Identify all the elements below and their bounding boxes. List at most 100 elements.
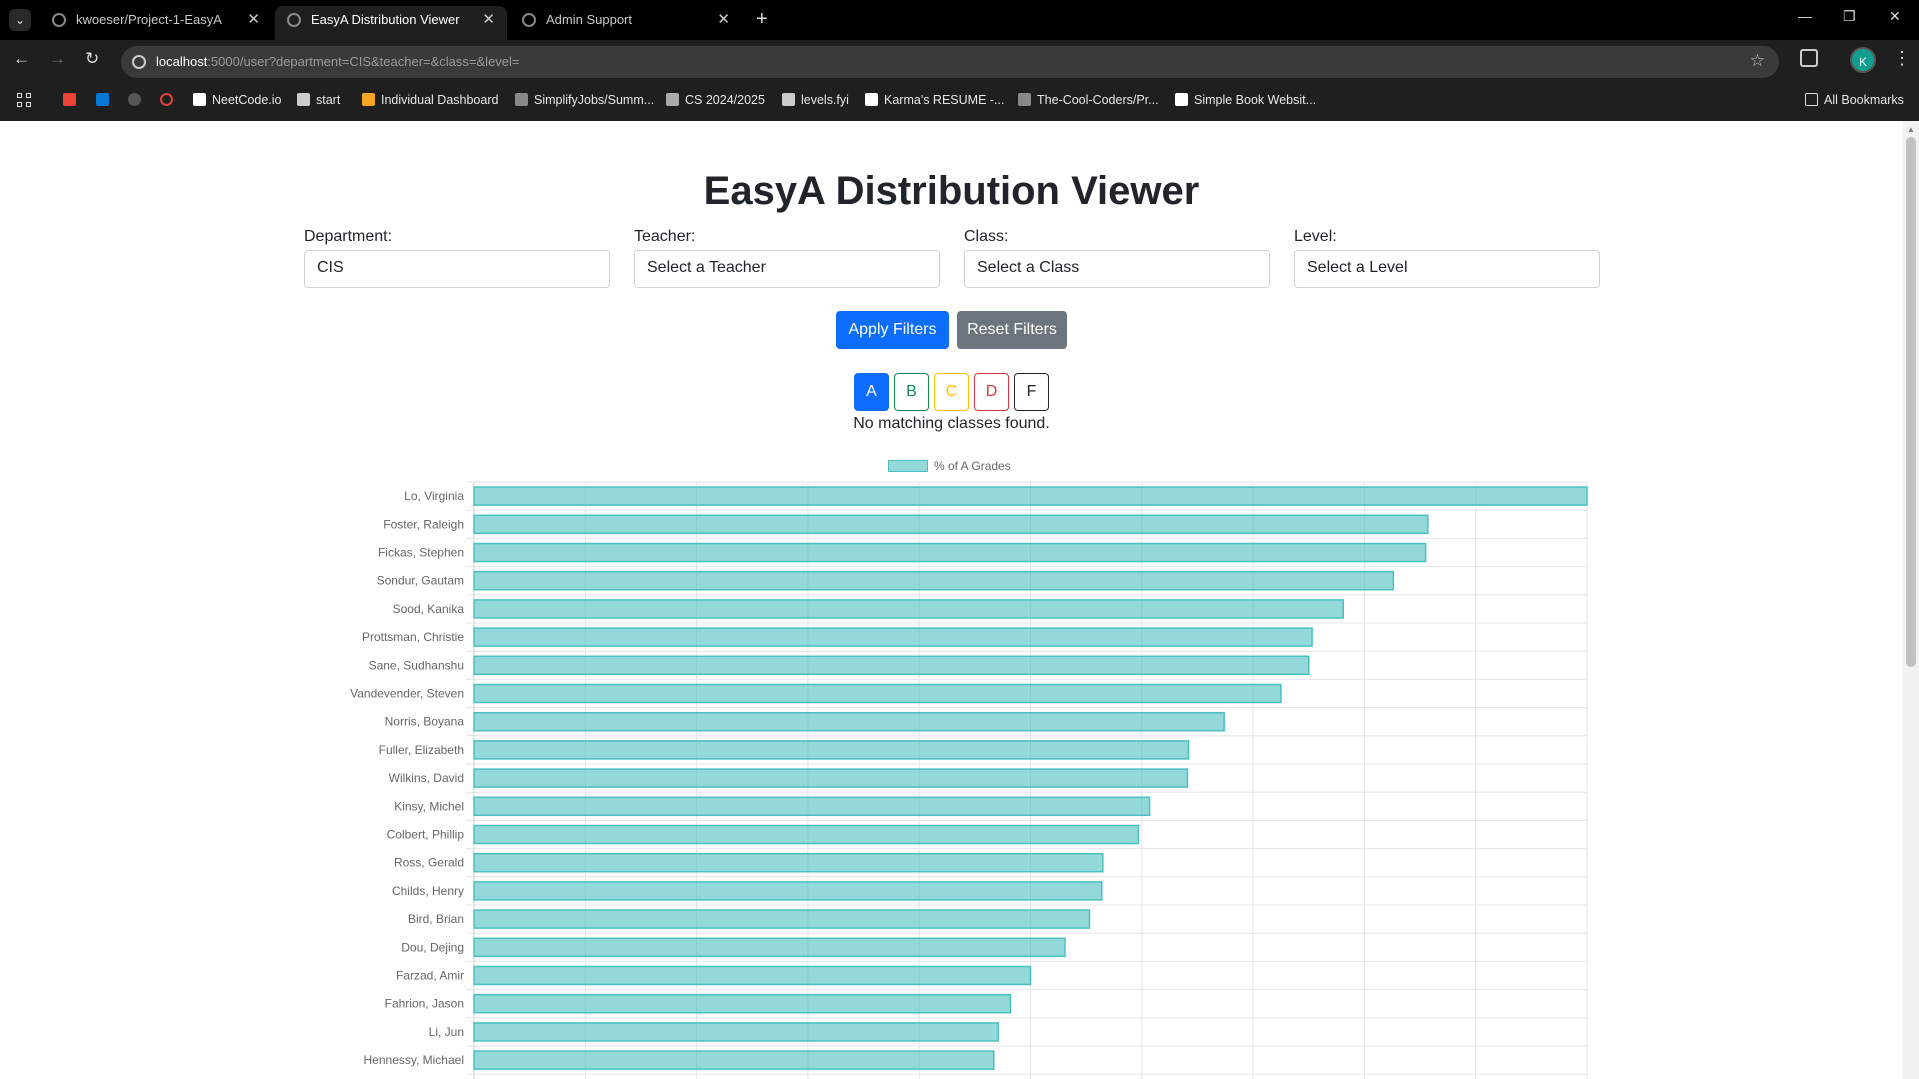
bookmark-item[interactable]: Individual Dashboard <box>362 93 498 107</box>
bookmark-icon <box>1175 93 1188 106</box>
bookmark-label: start <box>316 93 341 107</box>
bookmark-icon <box>666 93 679 106</box>
y-tick-label: Childs, Henry <box>392 884 464 898</box>
y-tick-label: Sondur, Gautam <box>377 574 464 588</box>
bookmark-item[interactable]: start <box>297 93 340 107</box>
scroll-up-icon[interactable]: ▲ <box>1907 125 1915 134</box>
globe-icon <box>287 13 301 27</box>
forward-icon[interactable]: → <box>49 49 66 69</box>
tab-admin-support[interactable]: Admin Support ✕ <box>510 6 742 40</box>
url-text: localhost:5000/user?department=CIS&teach… <box>156 54 520 69</box>
apps-grid-icon[interactable] <box>17 93 33 109</box>
bookmark-icon <box>297 93 310 106</box>
bookmark-item[interactable]: levels.fyi <box>782 93 849 107</box>
y-tick-label: Foster, Raleigh <box>383 517 464 531</box>
site-info-icon[interactable] <box>132 55 146 69</box>
all-bookmarks-folder[interactable]: All Bookmarks <box>1805 93 1904 107</box>
y-tick-label: Fuller, Elizabeth <box>379 743 464 757</box>
y-tick-label: Farzad, Amir <box>396 969 464 983</box>
page-content: EasyA Distribution Viewer Department: CI… <box>0 121 1903 1079</box>
bookmark-item[interactable]: Karma's RESUME -... <box>865 93 1004 107</box>
globe-icon <box>522 13 536 27</box>
bookmark-label: The-Cool-Coders/Pr... <box>1037 93 1159 107</box>
chart-bar[interactable] <box>473 937 1066 958</box>
bookmark-item[interactable]: NeetCode.io <box>193 93 282 107</box>
scroll-thumb[interactable] <box>1906 137 1916 667</box>
bookmark-item[interactable]: Simple Book Websit... <box>1175 93 1316 107</box>
bookmark-icon <box>865 93 878 106</box>
tab-label: Admin Support <box>546 12 632 27</box>
y-tick-label: Hennessy, Michael <box>364 1053 465 1067</box>
avatar[interactable]: K <box>1850 47 1876 73</box>
chromium-icon[interactable] <box>160 93 179 107</box>
y-tick-label: Fickas, Stephen <box>378 546 464 560</box>
bookmark-item[interactable]: CS 2024/2025 <box>666 93 765 107</box>
folder-icon <box>1805 93 1818 106</box>
tab-label: EasyA Distribution Viewer <box>311 12 460 27</box>
back-icon[interactable]: ← <box>13 49 30 69</box>
menu-kebab-icon[interactable]: ⋮ <box>1893 48 1911 69</box>
chart-bar[interactable] <box>473 1050 995 1070</box>
chart-bar[interactable] <box>473 655 1310 676</box>
close-window-icon[interactable]: ✕ <box>1889 8 1901 25</box>
y-tick-label: Sood, Kanika <box>393 602 465 616</box>
address-bar[interactable]: localhost:5000/user?department=CIS&teach… <box>121 46 1779 78</box>
chart-bar[interactable] <box>473 711 1225 732</box>
chart-bar[interactable] <box>473 570 1395 591</box>
browser-chrome: ⌄ kwoeser/Project-1-EasyA ✕ EasyA Distri… <box>0 0 1919 121</box>
y-tick-label: Li, Jun <box>429 1025 464 1039</box>
chart-bar[interactable] <box>473 881 1103 901</box>
bookmark-icon <box>515 93 528 106</box>
close-icon[interactable]: ✕ <box>247 6 260 34</box>
outlook-icon[interactable] <box>96 93 115 107</box>
chart-bar[interactable] <box>473 1022 999 1042</box>
y-tick-label: Colbert, Phillip <box>387 828 465 842</box>
bookmark-star-icon[interactable]: ☆ <box>1750 51 1765 71</box>
chart-bar[interactable] <box>473 542 1427 563</box>
tab-strip: ⌄ kwoeser/Project-1-EasyA ✕ EasyA Distri… <box>0 0 1919 40</box>
extensions-icon[interactable] <box>1800 49 1818 67</box>
chart-bar[interactable] <box>473 768 1189 788</box>
close-icon[interactable]: ✕ <box>717 6 730 34</box>
chart-bar[interactable] <box>473 740 1190 760</box>
page-scrollbar[interactable]: ▲ <box>1903 121 1919 1079</box>
github-icon[interactable] <box>128 93 147 107</box>
chart-bar[interactable] <box>473 824 1140 845</box>
y-tick-label: Lo, Virginia <box>404 489 464 503</box>
chart-bar[interactable] <box>473 909 1091 929</box>
bookmark-item[interactable]: The-Cool-Coders/Pr... <box>1018 93 1159 107</box>
bookmark-label: Karma's RESUME -... <box>884 93 1005 107</box>
y-tick-label: Wilkins, David <box>389 771 464 785</box>
chart-bar[interactable] <box>473 683 1282 704</box>
chart-bar[interactable] <box>473 852 1104 873</box>
bookmark-label: SimplifyJobs/Summ... <box>534 93 655 107</box>
chart-bar[interactable] <box>473 965 1032 986</box>
chart-bar[interactable] <box>473 627 1313 647</box>
github-icon <box>52 13 66 27</box>
y-tick-label: Kinsy, Michel <box>394 799 464 813</box>
close-icon[interactable]: ✕ <box>482 6 495 34</box>
bookmark-icon <box>782 93 795 106</box>
bookmark-label: levels.fyi <box>801 93 849 107</box>
gmail-icon[interactable] <box>63 93 82 107</box>
bookmark-item[interactable]: SimplifyJobs/Summ... <box>515 93 654 107</box>
chevron-down-icon[interactable]: ⌄ <box>9 9 31 31</box>
minimize-icon[interactable]: — <box>1798 8 1812 24</box>
bookmark-icon <box>362 93 375 106</box>
bookmark-label: Individual Dashboard <box>381 93 499 107</box>
chart-bar[interactable] <box>473 599 1345 619</box>
grade-bar-chart: Lo, Virginia Foster, Raleigh Fickas, Steph… <box>350 481 1588 1079</box>
tab-easya-viewer[interactable]: EasyA Distribution Viewer ✕ <box>275 6 507 40</box>
restore-icon[interactable]: ❐ <box>1843 8 1856 25</box>
chart-bar[interactable] <box>473 993 1012 1014</box>
new-tab-button[interactable]: + <box>756 8 768 30</box>
bookmark-label: NeetCode.io <box>212 93 282 107</box>
tab-github-project[interactable]: kwoeser/Project-1-EasyA ✕ <box>40 6 272 40</box>
chart-bar[interactable] <box>473 514 1429 535</box>
y-tick-label: Bird, Brian <box>408 912 464 926</box>
chart-bar[interactable] <box>473 796 1151 817</box>
chart-bar[interactable] <box>473 486 1588 506</box>
y-tick-label: Dou, Dejing <box>401 940 464 954</box>
reload-icon[interactable]: ↻ <box>85 49 99 69</box>
y-tick-label: Fahrion, Jason <box>385 997 464 1011</box>
